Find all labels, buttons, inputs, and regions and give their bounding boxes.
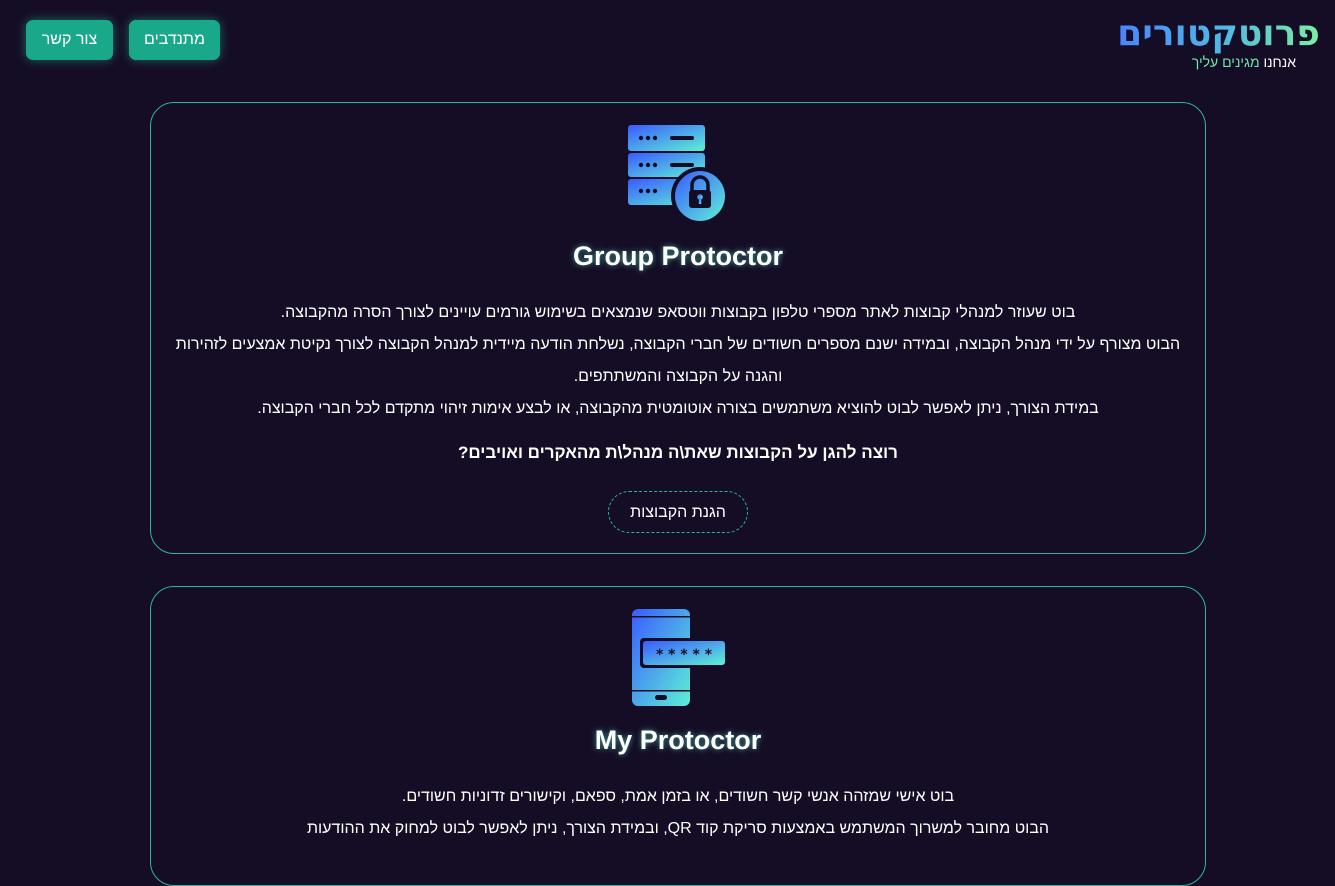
card-description: בוט אישי שמזהה אנשי קשר חשודים, או בזמן …	[175, 781, 1181, 845]
svg-text:* * * * *: * * * * *	[656, 647, 713, 663]
logo-tagline-part-a: אנחנו	[1263, 54, 1296, 70]
site-logo[interactable]: פרוטקטורים אנחנו מגינים עליך	[1100, 14, 1320, 70]
card-description: בוט שעוזר למנהלי קבוצות לאתר מספרי טלפון…	[175, 297, 1181, 425]
volunteers-button[interactable]: מתנדבים	[129, 20, 220, 60]
card-title: My Protoctor	[594, 725, 762, 755]
server-lock-icon	[628, 125, 729, 225]
card-title: Group Protoctor	[573, 241, 783, 271]
logo-title: פרוטקטורים	[1100, 14, 1320, 54]
description-line: הבוט מצורף על ידי מנהל הקבוצה, ובמידה יש…	[175, 336, 1181, 385]
description-line: במידת הצורך, ניתן לאפשר לבוט להוציא משתמ…	[257, 400, 1099, 417]
protect-groups-button[interactable]: הגנת הקבוצות	[608, 491, 748, 533]
phone-password-icon: * * * * *	[628, 608, 728, 708]
contact-button[interactable]: צור קשר	[26, 20, 113, 60]
description-line: בוט אישי שמזהה אנשי קשר חשודים, או בזמן …	[401, 788, 955, 805]
card-question: רוצה להגן על הקבוצות שאת\ה מנהל\ת מהאקרי…	[458, 443, 898, 462]
logo-tagline: אנחנו מגינים עליך	[1100, 55, 1296, 69]
header: צור קשר מתנדבים פרוטקטורים אנחנו מגינים …	[0, 0, 1335, 90]
logo-tagline-part-b: מגינים עליך	[1191, 54, 1260, 70]
my-protoctor-card: * * * * * My Protoctor בוט אישי שמזהה אנ…	[150, 586, 1206, 886]
group-protoctor-card: Group Protoctor בוט שעוזר למנהלי קבוצות …	[150, 102, 1206, 554]
description-line: בוט שעוזר למנהלי קבוצות לאתר מספרי טלפון…	[280, 304, 1076, 321]
description-line: הבוט מחובר למשרוך המשתמש באמצעות סריקת ק…	[306, 820, 1050, 837]
